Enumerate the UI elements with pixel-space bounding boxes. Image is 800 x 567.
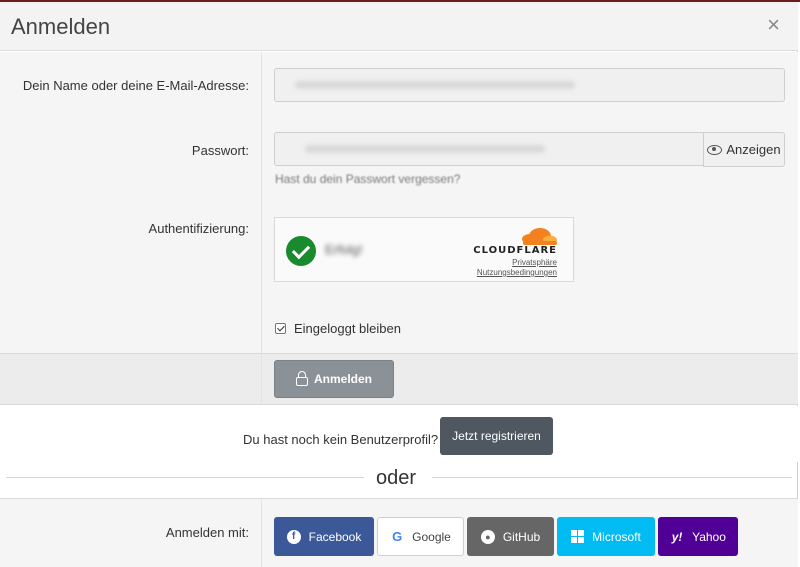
github-icon: ● [480,529,495,544]
show-password-button[interactable]: Anzeigen [703,132,785,167]
redacted-value [305,145,545,153]
column-divider [261,52,262,353]
facebook-icon: f [286,529,301,544]
login-form: Dein Name oder deine E-Mail-Adresse: Pas… [0,52,798,353]
social-login-label: Anmelden mit: [165,525,249,540]
yahoo-label: Yahoo [692,529,726,544]
dialog-header: Anmelden × [0,2,798,51]
remember-me-label: Eingeloggt bleiben [294,321,401,336]
checkbox-checked-icon [275,323,286,334]
register-prompt: Du hast noch kein Benutzerprofil? [243,432,439,447]
separator-line-right [432,477,792,478]
windows-icon [571,530,585,543]
facebook-login-button[interactable]: f Facebook [274,517,374,556]
separator-text: oder [376,467,417,489]
auth-label: Authentifizierung: [148,221,249,236]
yahoo-icon: y! [671,529,683,544]
lock-icon [295,370,308,386]
forgot-password-link[interactable]: Hast du dein Passwort vergessen? [275,172,460,186]
login-dialog: Anmelden × Dein Name oder deine E-Mail-A… [0,2,798,567]
eye-icon [707,144,723,155]
show-password-label: Anzeigen [726,142,781,157]
password-input[interactable] [274,132,704,166]
register-button[interactable]: Jetzt registrieren [440,417,553,455]
submit-label: Anmelden [313,372,372,386]
column-divider [261,499,262,567]
google-icon: G [392,529,403,544]
password-label: Passwort: [191,143,249,158]
redacted-value [295,81,575,89]
social-login-row: Anmelden mit: f Facebook G Google ● GitH… [0,498,798,567]
dialog-title: Anmelden [11,14,111,39]
yahoo-login-button[interactable]: y! Yahoo [658,517,738,556]
login-submit-button[interactable]: Anmelden [274,360,394,398]
github-label: GitHub [502,529,541,544]
privacy-link[interactable]: Privatsphäre [512,258,557,267]
cloudflare-turnstile[interactable]: Erfolg! CLOUDFLARE Privatsphäre Nutzungs… [274,217,574,282]
google-label: Google [412,529,451,544]
terms-link[interactable]: Nutzungsbedingungen [477,268,557,277]
google-login-button[interactable]: G Google [377,517,464,556]
cloudflare-logo: CLOUDFLARE [473,245,557,256]
column-divider [261,354,262,404]
facebook-label: Facebook [308,529,362,544]
separator-line-left [6,477,364,478]
microsoft-label: Microsoft [592,529,641,544]
github-login-button[interactable]: ● GitHub [467,517,554,556]
check-circle-icon [286,236,316,266]
register-row: Du hast noch kein Benutzerprofil? Jetzt … [0,406,798,462]
microsoft-login-button[interactable]: Microsoft [557,517,655,556]
close-icon[interactable]: × [767,13,780,37]
submit-row: Anmelden [0,353,798,405]
remember-me-checkbox[interactable]: Eingeloggt bleiben [275,321,401,336]
cloudflare-cloud-icon [522,228,557,245]
name-label: Dein Name oder deine E-Mail-Adresse: [22,78,249,93]
name-input[interactable] [274,68,785,102]
turnstile-status: Erfolg! [325,242,363,257]
